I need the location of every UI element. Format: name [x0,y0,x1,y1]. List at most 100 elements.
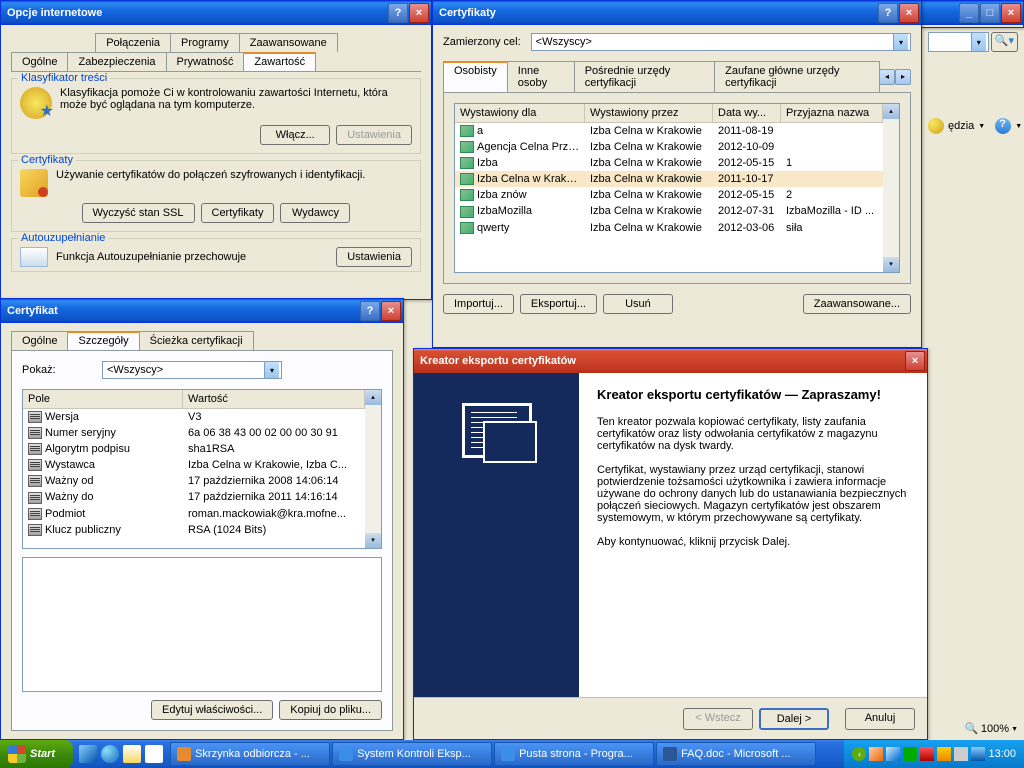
tray-icon[interactable] [886,747,900,761]
table-row[interactable]: Ważny od17 października 2008 14:06:14 [23,473,365,489]
table-row[interactable]: Numer seryjny6a 06 38 43 00 02 00 00 30 … [23,425,365,441]
clock[interactable]: 13:00 [988,748,1016,760]
purpose-select[interactable]: <Wszyscy> [531,33,911,51]
close-icon[interactable]: × [1001,3,1021,23]
bg-tools-menu[interactable]: ędzia▼ ?▼ [928,118,1022,134]
enable-button[interactable]: Włącz... [260,125,330,145]
tab-scroll-right-icon[interactable]: ▸ [895,69,911,85]
col-issued-by[interactable]: Wystawiony przez [585,104,713,122]
ie-icon[interactable] [101,745,119,763]
help-icon[interactable]: ? [360,301,380,321]
copy-to-file-button[interactable]: Kopiuj do pliku... [279,700,382,720]
tab-inne-osoby[interactable]: Inne osoby [507,61,575,92]
tab-osobisty[interactable]: Osobisty [443,61,508,92]
tray-icon[interactable] [937,747,951,761]
cert-list[interactable]: Wystawiony dla Wystawiony przez Data wy.… [454,103,900,273]
edit-properties-button[interactable]: Edytuj właściwości... [151,700,273,720]
network-icon[interactable] [971,747,985,761]
table-row[interactable]: Izba Celna w Krako...Izba Celna w Krakow… [455,171,883,187]
app-icon[interactable] [145,745,163,763]
table-row[interactable]: WersjaV3 [23,409,365,425]
tray-icon[interactable] [920,747,934,761]
group-legend: Autouzupełnianie [18,232,108,244]
certs-title: Certyfikaty [439,7,877,19]
next-button[interactable]: Dalej > [759,708,829,730]
wizard-p1: Ten kreator pozwala kopiować certyfikaty… [597,416,909,452]
remove-button[interactable]: Usuń [603,294,673,314]
col-date[interactable]: Data wy... [713,104,781,122]
close-icon[interactable]: × [381,301,401,321]
tab-prywatnosc[interactable]: Prywatność [166,52,245,71]
table-row[interactable]: Algorytm podpisusha1RSA [23,441,365,457]
taskbar-item[interactable]: Skrzynka odbiorcza - ... [170,742,330,766]
col-field[interactable]: Pole [23,390,183,408]
tab-zawartosc[interactable]: Zawartość [243,52,316,71]
taskbar-item[interactable]: FAQ.doc - Microsoft ... [656,742,816,766]
outlook-icon[interactable] [123,745,141,763]
table-row[interactable]: qwertyIzba Celna w Krakowie2012-03-06sił… [455,220,883,236]
auto-settings-button[interactable]: Ustawienia [336,247,412,267]
table-row[interactable]: Agencja Celna Przy...Izba Celna w Krakow… [455,139,883,155]
table-row[interactable]: Klucz publicznyRSA (1024 Bits) [23,522,365,538]
bg-titlebar: _ □ × [921,1,1023,25]
value-detail-box[interactable] [22,557,382,692]
col-issued-for[interactable]: Wystawiony dla [455,104,585,122]
certificates-button[interactable]: Certyfikaty [201,203,275,223]
table-row[interactable]: IzbaMozillaIzba Celna w Krakowie2012-07-… [455,203,883,219]
advanced-button[interactable]: Zaawansowane... [803,294,911,314]
content-advisor-group: Klasyfikator treści ★ Klasyfikacja pomoż… [11,78,421,154]
field-list[interactable]: Pole Wartość WersjaV3Numer seryjny6a 06 … [22,389,382,549]
col-value[interactable]: Wartość [183,390,365,408]
close-icon[interactable]: × [905,351,925,371]
bg-search-input[interactable] [928,32,989,52]
col-friendly-name[interactable]: Przyjazna nazwa [781,104,883,122]
tab-detail-szczegoly[interactable]: Szczegóły [67,331,139,350]
list-header: Wystawiony dla Wystawiony przez Data wy.… [455,104,883,123]
tab-zabezpieczenia[interactable]: Zabezpieczenia [67,52,166,71]
table-row[interactable]: Izba znówIzba Celna w Krakowie2012-05-15… [455,187,883,203]
table-row[interactable]: WystawcaIzba Celna w Krakowie, Izba C... [23,457,365,473]
show-label: Pokaż: [22,364,92,376]
certificates-window: Certyfikaty ? × Zamierzony cel: <Wszyscy… [432,0,922,348]
table-row[interactable]: IzbaIzba Celna w Krakowie2012-05-151 [455,155,883,171]
tray-icon[interactable] [903,747,917,761]
tab-ogolne[interactable]: Ogólne [11,52,68,71]
tab-zaufane[interactable]: Zaufane główne urzędy certyfikacji [714,61,880,92]
publishers-button[interactable]: Wydawcy [280,203,350,223]
scrollbar[interactable] [883,104,899,272]
tray-expand-icon[interactable]: ‹ [852,747,866,761]
tray-icon[interactable] [869,747,883,761]
table-row[interactable]: Podmiotroman.mackowiak@kra.mofne... [23,506,365,522]
help-icon[interactable]: ? [388,3,408,23]
start-button[interactable]: Start [0,740,73,768]
show-desktop-icon[interactable] [79,745,97,763]
close-icon[interactable]: × [899,3,919,23]
maximize-icon[interactable]: □ [980,3,1000,23]
tab-zaawansowane[interactable]: Zaawansowane [239,33,338,52]
show-select[interactable]: <Wszyscy> [102,361,282,379]
volume-icon[interactable] [954,747,968,761]
close-icon[interactable]: × [409,3,429,23]
table-row[interactable]: Ważny do17 października 2011 14:16:14 [23,489,365,505]
tab-scroll-left-icon[interactable]: ◂ [879,69,895,85]
cancel-button[interactable]: Anuluj [845,708,915,730]
clear-ssl-button[interactable]: Wyczyść stan SSL [82,203,195,223]
help-icon[interactable]: ? [995,118,1011,134]
table-row[interactable]: aIzba Celna w Krakowie2011-08-19 [455,123,883,139]
taskbar-item[interactable]: Pusta strona - Progra... [494,742,654,766]
tab-posrednie[interactable]: Pośrednie urzędy certyfikacji [574,61,715,92]
bg-zoom[interactable]: 🔍 100% ▼ [965,722,1018,736]
minimize-icon[interactable]: _ [959,3,979,23]
search-button[interactable]: 🔍▾ [991,32,1018,52]
taskbar-item[interactable]: System Kontroli Eksp... [332,742,492,766]
certificate-icon [20,169,48,197]
export-wizard-window: Kreator eksportu certyfikatów × Kreator … [413,348,928,740]
scrollbar[interactable] [365,390,381,548]
tab-polaczenia[interactable]: Połączenia [95,33,171,52]
help-icon[interactable]: ? [878,3,898,23]
tab-programy[interactable]: Programy [170,33,240,52]
import-button[interactable]: Importuj... [443,294,514,314]
tab-detail-ogolne[interactable]: Ogólne [11,331,68,350]
tab-detail-sciezka[interactable]: Ścieżka certyfikacji [139,331,254,350]
export-button[interactable]: Eksportuj... [520,294,597,314]
